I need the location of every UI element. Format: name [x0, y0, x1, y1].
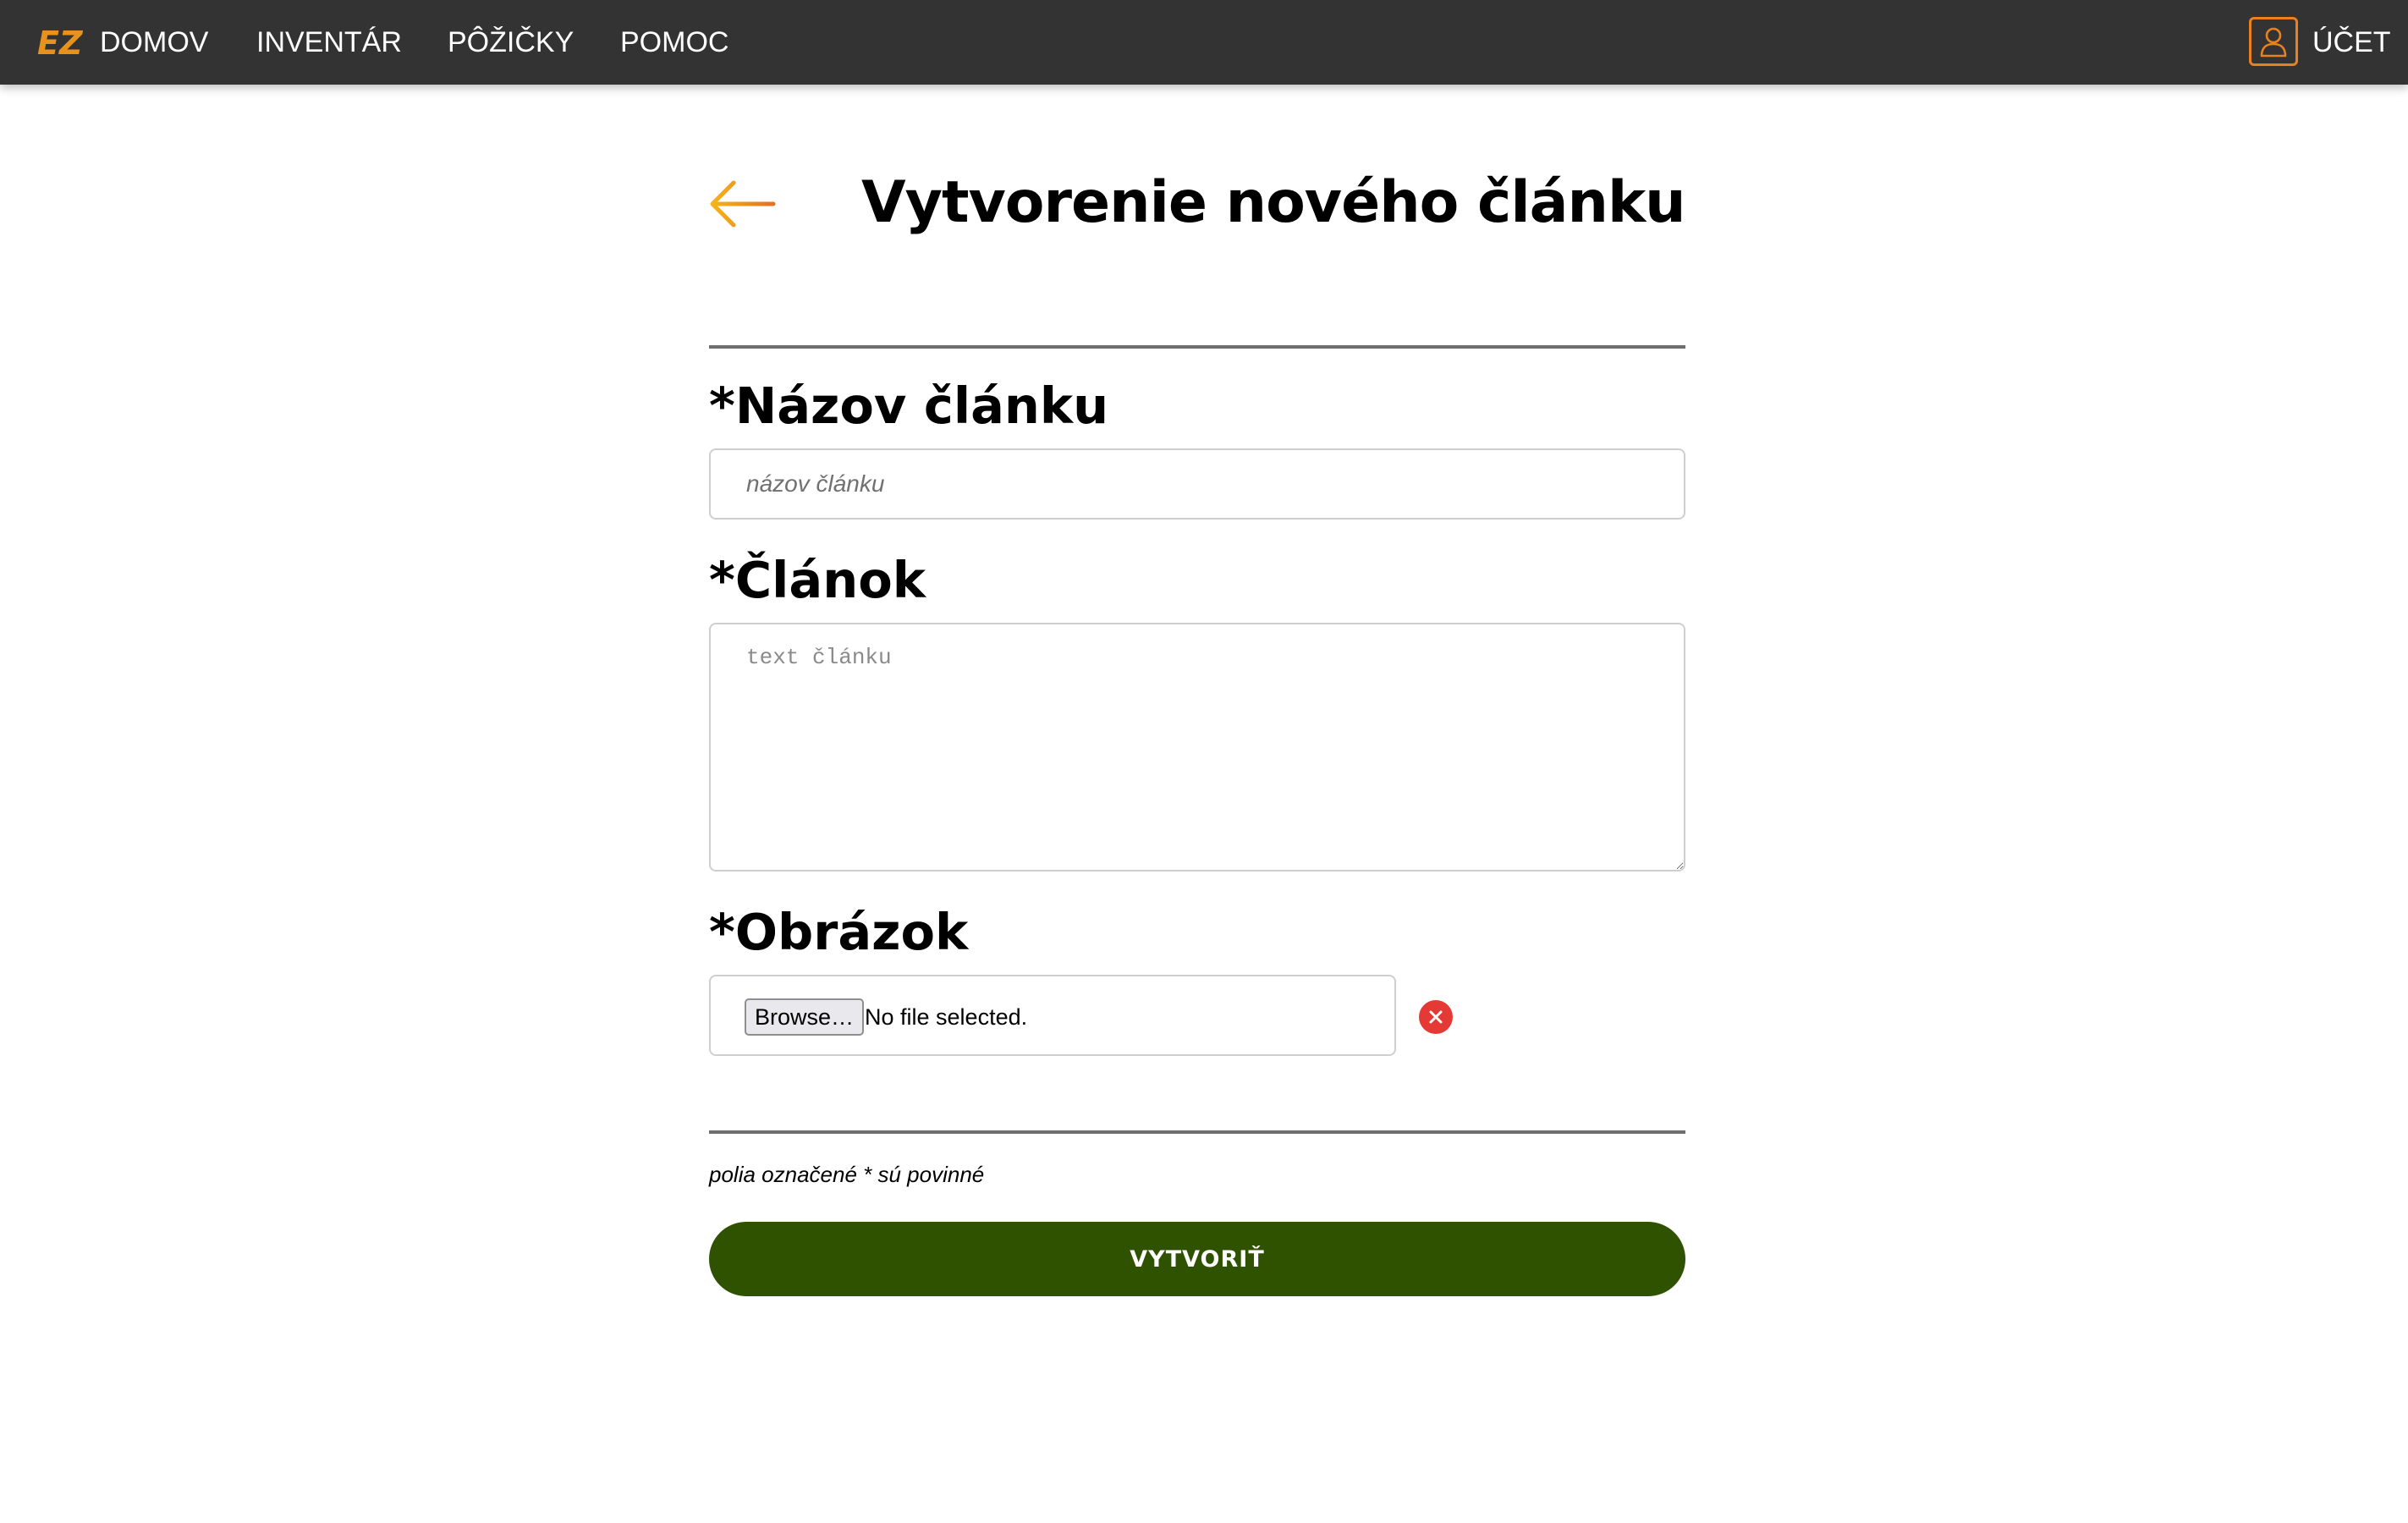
user-icon[interactable]: [2249, 17, 2298, 66]
image-label: *Obrázok: [709, 903, 969, 961]
article-label: *Článok: [709, 551, 926, 609]
close-circle-icon[interactable]: [1419, 1000, 1453, 1034]
divider: [709, 345, 1685, 349]
title-label: *Názov článku: [709, 377, 1109, 435]
create-button[interactable]: VYTVORIŤ: [709, 1222, 1685, 1296]
arrow-left-icon[interactable]: [707, 178, 777, 230]
divider: [709, 1130, 1685, 1134]
nav-account[interactable]: ÚČET: [2312, 0, 2391, 85]
page-title: Vytvorenie nového článku: [861, 169, 1686, 236]
nav-inventory[interactable]: INVENTÁR: [256, 0, 402, 85]
top-navbar: EZ DOMOV INVENTÁR PÔŽIČKY POMOC ÚČET: [0, 0, 2408, 85]
image-file-input[interactable]: Browse… No file selected.: [709, 975, 1396, 1056]
ez-logo[interactable]: EZ: [37, 25, 86, 59]
required-note: polia označené * sú povinné: [709, 1162, 985, 1187]
file-status: No file selected.: [865, 1004, 1028, 1030]
nav-loans[interactable]: PÔŽIČKY: [448, 0, 574, 85]
svg-text:EZ: EZ: [37, 25, 84, 59]
title-input[interactable]: [709, 448, 1685, 520]
nav-help[interactable]: POMOC: [620, 0, 728, 85]
nav-home[interactable]: DOMOV: [100, 0, 208, 85]
article-textarea[interactable]: [709, 623, 1685, 871]
browse-button[interactable]: Browse…: [745, 998, 865, 1036]
